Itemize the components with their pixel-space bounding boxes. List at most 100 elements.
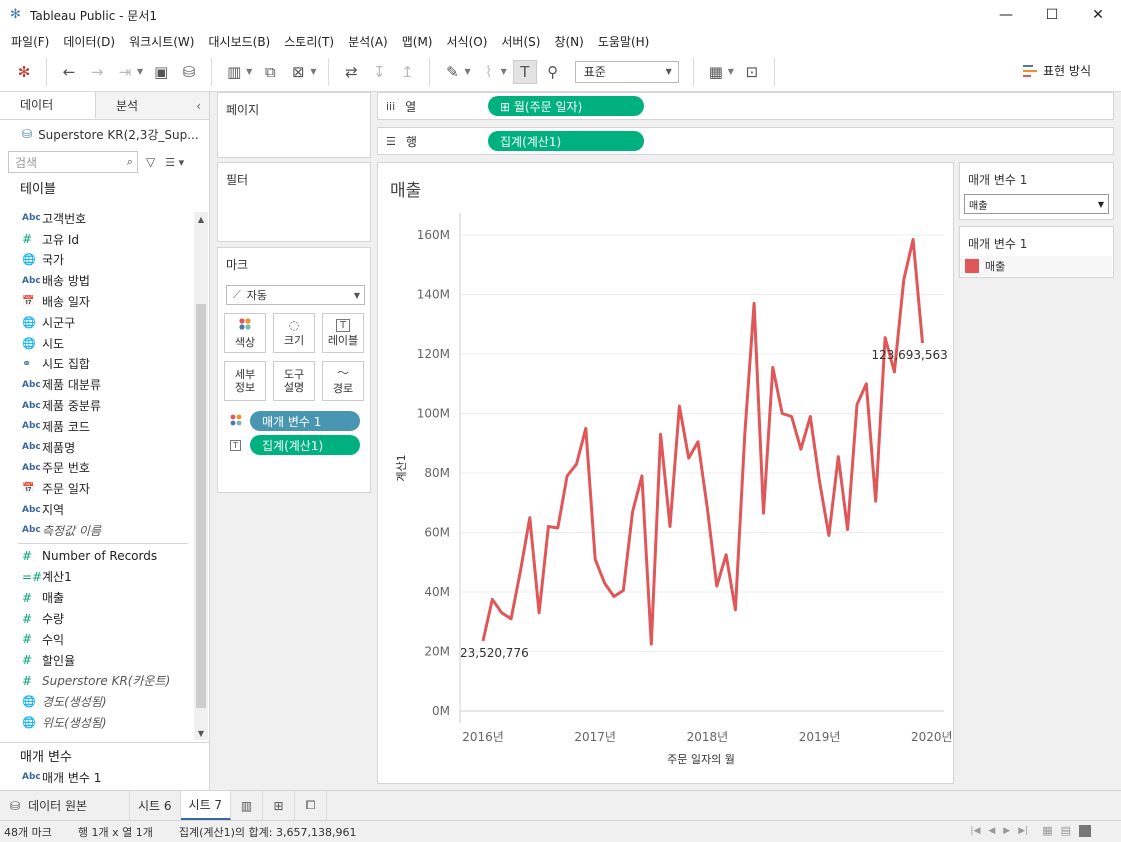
menu-dashboard[interactable]: 대시보드(B) [201,33,277,50]
highlight-caret-icon[interactable]: ▼ [464,67,470,76]
sheet-sorter-icon[interactable]: ▦ [1042,824,1052,837]
new-worksheet-icon[interactable]: ▥ [222,60,246,84]
show-cards-caret-icon[interactable]: ▼ [728,67,734,76]
fit-select[interactable]: 표준 ▼ [574,60,679,83]
rows-pill[interactable]: 집계(계산1) [488,131,644,151]
field-item[interactable]: Abc 배송 방법 [0,270,210,291]
pages-card[interactable]: 페이지 [217,92,371,158]
aggregate-pill[interactable]: 집계(계산1) [250,435,360,455]
line-chart[interactable]: 0M 20M 40M 60M 80M 100M 120M 140M 160M 2016년 2017년… [378,163,953,783]
columns-pill[interactable]: ⊞ 월(주문 일자) [488,96,644,116]
swap-axes-icon[interactable]: ⇄ [339,60,363,84]
field-item[interactable]: Abc 제품 중분류 [0,395,210,416]
redo-icon[interactable]: → [85,60,109,84]
field-item[interactable]: 🌐 시군구 [0,312,210,333]
filter-icon[interactable]: ▽ [146,155,155,169]
clear-sheet-icon[interactable]: ⊠ [286,60,310,84]
field-item[interactable]: Abc 주문 번호 [0,458,210,479]
field-item[interactable]: Abc 제품 대분류 [0,374,210,395]
duplicate-sheet-icon[interactable]: ⧉ [258,60,282,84]
color-button[interactable]: 색상 [224,313,266,353]
new-worksheet-caret-icon[interactable]: ▼ [246,67,252,76]
field-item[interactable]: Abc 제품 코드 [0,416,210,437]
tabs-view-icon[interactable] [1079,824,1091,837]
field-item[interactable]: # 매출 [0,587,210,608]
field-item[interactable]: 📅 배송 일자 [0,291,210,312]
next-sheet-icon[interactable]: ▶ [1003,826,1010,836]
field-item[interactable]: # Superstore KR(카운트) [0,671,210,692]
show-mark-labels-icon[interactable]: T [512,59,537,84]
save-icon[interactable]: ▣ [149,60,173,84]
new-story-tab-icon[interactable]: ⧠ [295,791,328,820]
scroll-thumb[interactable] [196,304,206,708]
field-item[interactable]: # 수익 [0,629,210,650]
parameter-select[interactable]: 매출 ▼ [964,194,1109,214]
field-item[interactable]: 🌐 위도(생성됨) [0,712,210,733]
menu-file[interactable]: 파일(F) [4,33,56,50]
close-button[interactable]: ✕ [1075,0,1121,30]
scroll-down-icon[interactable]: ▼ [194,726,208,740]
highlight-icon[interactable]: ✎ [440,60,464,84]
filters-card[interactable]: 필터 [217,162,371,242]
tab-analysis[interactable]: 분석 [96,92,192,119]
label-button[interactable]: T 레이블 [322,313,364,353]
pin-axes-icon[interactable]: ⚲ [541,60,565,84]
show-me-button[interactable]: 표현 방식 [1023,62,1091,79]
maximize-button[interactable]: ☐ [1029,0,1075,30]
filmstrip-icon[interactable]: ▤ [1061,824,1071,837]
datasource-item[interactable]: ⛁ Superstore KR(2,3강_Sup... [0,120,209,148]
group-members-icon[interactable]: ⌇ [477,60,501,84]
sort-ascending-icon[interactable]: ↧ [367,60,391,84]
collapse-pane-icon[interactable]: ‹ [192,92,209,119]
tab-sheet-6[interactable]: 시트 6 [130,791,181,820]
path-button[interactable]: 〜 경로 [322,361,364,401]
field-item[interactable]: # 수량 [0,608,210,629]
scroll-up-icon[interactable]: ▲ [194,212,208,226]
replay-caret-icon[interactable]: ▼ [137,67,143,76]
menu-map[interactable]: 맵(M) [395,33,440,50]
show-cards-icon[interactable]: ▦ [704,60,728,84]
menu-worksheet[interactable]: 워크시트(W) [122,33,201,50]
parameter-item[interactable]: Abc 매개 변수 1 [0,767,210,788]
undo-icon[interactable]: ← [57,60,81,84]
field-item[interactable]: ⚭ 시도 집합 [0,354,210,375]
label-mark-field[interactable]: T 집계(계산1) [230,435,362,455]
mark-type-select[interactable]: ⟋ 자동 ▼ [226,285,365,305]
menu-story[interactable]: 스토리(T) [277,33,341,50]
menu-server[interactable]: 서버(S) [494,33,547,50]
last-sheet-icon[interactable]: ▶| [1018,826,1028,836]
replay-icon[interactable]: ⇥ [113,60,137,84]
worksheet-view[interactable]: 매출 0M 20M 40M 60M 80M 100M 120M 140M 160M 2016년 20… [377,162,954,784]
tableau-home-icon[interactable]: ✻ [12,60,36,84]
menu-window[interactable]: 창(N) [547,33,590,50]
field-item[interactable]: Abc 제품명 [0,437,210,458]
view-options-icon[interactable]: ☰ ▾ [165,156,184,169]
tab-data[interactable]: 데이터 [0,92,96,119]
tooltip-button[interactable]: 도구 설명 [273,361,315,401]
columns-shelf[interactable]: iii 열 ⊞ 월(주문 일자) [377,92,1114,120]
field-item[interactable]: Abc 지역 [0,499,210,520]
field-item[interactable]: # 할인율 [0,650,210,671]
rows-shelf[interactable]: ☰ 행 집계(계산1) [377,127,1114,155]
field-item[interactable]: Abc 측정값 이름 [0,520,210,541]
tab-data-source[interactable]: ⛁ 데이터 원본 [0,791,130,820]
menu-format[interactable]: 서식(O) [440,33,495,50]
parameter-pill[interactable]: 매개 변수 1 [250,411,360,431]
menu-help[interactable]: 도움말(H) [591,33,657,50]
color-mark-field[interactable]: 매개 변수 1 [230,411,362,431]
field-item[interactable]: 🌐 경도(생성됨) [0,691,210,712]
field-item[interactable]: =# 계산1 [0,567,210,588]
field-item[interactable]: Abc 고객번호 [0,208,210,229]
minimize-button[interactable]: — [983,0,1029,30]
tab-sheet-7[interactable]: 시트 7 [180,791,232,820]
field-list-scrollbar[interactable]: ▲ ▼ [194,212,208,740]
prev-sheet-icon[interactable]: ◀ [988,826,995,836]
clear-sheet-caret-icon[interactable]: ▼ [310,67,316,76]
field-item[interactable]: 📅 주문 일자 [0,478,210,499]
search-input[interactable]: 검색 ⌕ [8,151,138,173]
field-item[interactable]: # 고유 Id [0,229,210,250]
field-item[interactable]: 🌐 시도 [0,333,210,354]
new-dashboard-tab-icon[interactable]: ⊞ [263,791,296,820]
new-datasource-icon[interactable]: ⛁ [177,60,201,84]
menu-data[interactable]: 데이터(D) [56,33,122,50]
